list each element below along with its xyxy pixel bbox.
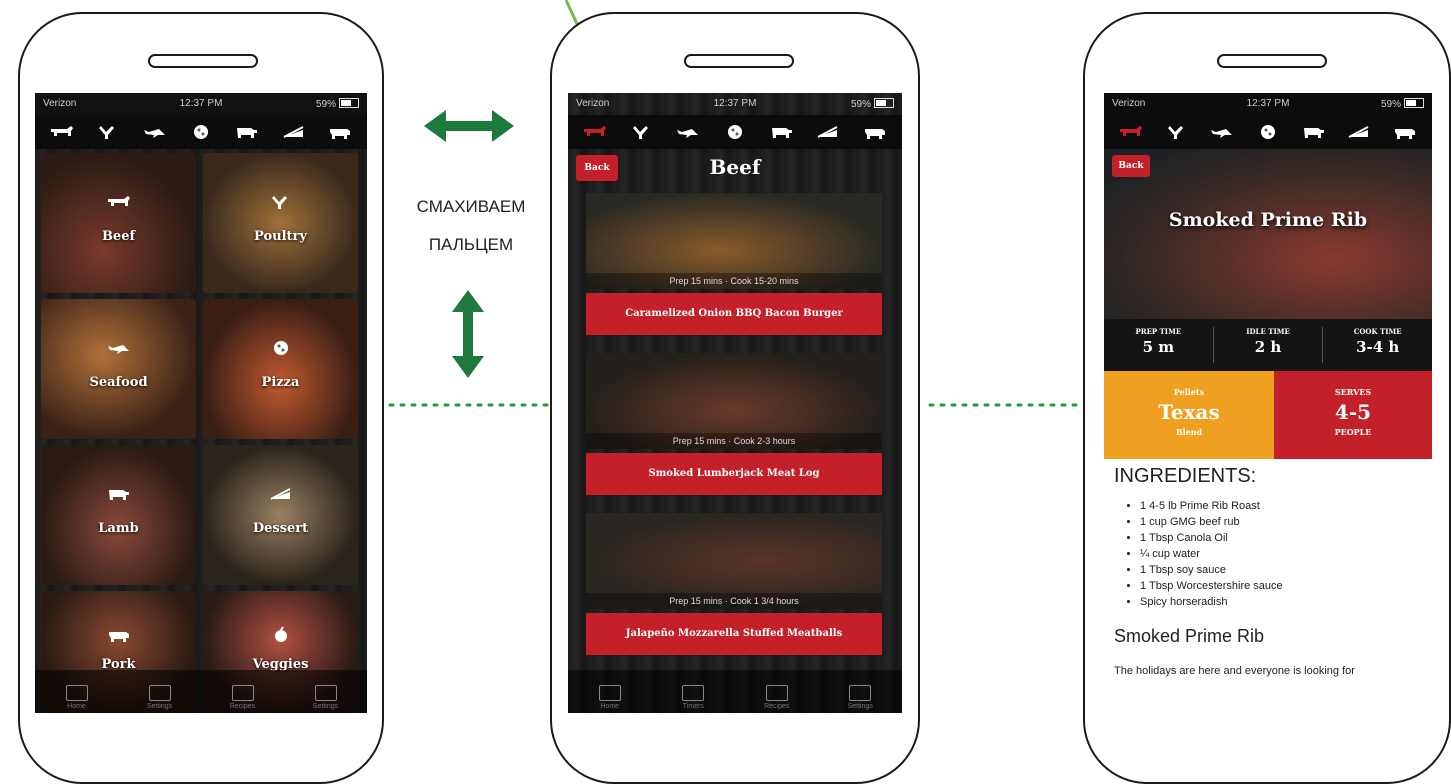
phone-speaker <box>1217 54 1327 68</box>
recipe-description: The holidays are here and everyone is lo… <box>1114 665 1355 677</box>
timers-tab-icon <box>682 685 705 701</box>
lamb-icon[interactable] <box>767 121 797 143</box>
dessert-icon[interactable] <box>813 121 843 143</box>
serves-panel: SERVES 4-5 PEOPLE <box>1274 371 1432 459</box>
poultry-icon[interactable] <box>1162 121 1192 143</box>
tab-recipes[interactable]: Recipes <box>747 685 807 710</box>
horizontal-swipe-arrow-icon <box>424 110 514 142</box>
pellets-panel: Pellets Texas Blend <box>1104 371 1274 459</box>
ingredient-item: 1 4-5 lb Prime Rib Roast <box>1140 498 1422 514</box>
lamb-icon[interactable] <box>1299 121 1329 143</box>
pizza-icon[interactable] <box>720 121 750 143</box>
category-bar <box>1104 115 1432 149</box>
vertical-swipe-arrow-icon <box>452 290 484 378</box>
recipe-subheading: Smoked Prime Rib <box>1114 626 1265 646</box>
status-bar: Verizon 12:37 PM 59% <box>1104 93 1432 115</box>
list-screen: Verizon 12:37 PM 59% Back Beef Prep 15 m… <box>568 93 902 713</box>
category-bar <box>568 115 902 149</box>
phone-speaker <box>684 54 794 68</box>
page-title: Beef <box>709 155 761 179</box>
battery-indicator: 59% <box>1381 98 1424 110</box>
recipe-hero-image: Back Smoked Prime Rib <box>1104 149 1432 319</box>
poultry-icon[interactable] <box>627 121 657 143</box>
pizza-icon[interactable] <box>1253 121 1283 143</box>
recipe-meta: Prep 15 mins · Cook 2-3 hours <box>586 433 882 449</box>
prep-time: PREP TIME 5 m <box>1104 327 1214 363</box>
tab-settings[interactable]: Settings <box>830 685 890 710</box>
recipes-tab-icon <box>765 685 788 701</box>
ingredient-item: 1 Tbsp soy sauce <box>1140 562 1422 578</box>
battery-indicator: 59% <box>851 98 894 110</box>
pork-icon[interactable] <box>860 121 890 143</box>
tab-bar: Home Timers Recipes Settings <box>568 670 902 713</box>
ingredients-heading: INGREDIENTS: <box>1114 465 1257 487</box>
seafood-icon[interactable] <box>1207 121 1237 143</box>
detail-screen: Verizon 12:37 PM 59% Back Smoked Prime R… <box>1104 93 1432 708</box>
dessert-icon[interactable] <box>1344 121 1374 143</box>
time-stats: PREP TIME 5 m IDLE TIME 2 h COOK TIME 3-4 h <box>1104 319 1432 371</box>
recipe-meta: Prep 15 mins · Cook 1 3/4 hours <box>586 593 882 609</box>
ingredient-item: ¼ cup water <box>1140 546 1422 562</box>
cook-time: COOK TIME 3-4 h <box>1353 327 1402 356</box>
recipe-card[interactable]: Prep 15 mins · Cook 15-20 mins Carameliz… <box>586 193 882 343</box>
recipe-title: Smoked Lumberjack Meat Log <box>586 453 882 495</box>
recipe-card[interactable]: Prep 15 mins · Cook 2-3 hours Smoked Lum… <box>586 353 882 503</box>
recipe-title: Caramelized Onion BBQ Bacon Burger <box>586 293 882 335</box>
beef-icon[interactable] <box>580 121 610 143</box>
tab-home[interactable]: Home <box>580 685 640 710</box>
ingredients-list: 1 4-5 lb Prime Rib Roast 1 cup GMG beef … <box>1114 498 1422 610</box>
ingredient-item: Spicy horseradish <box>1140 594 1422 610</box>
ingredient-item: 1 Tbsp Canola Oil <box>1140 530 1422 546</box>
recipe-title: Jalapeño Mozzarella Stuffed Meatballs <box>586 613 882 655</box>
recipe-card[interactable]: Prep 15 mins · Cook 1 3/4 hours Jalapeño… <box>586 513 882 663</box>
pork-icon[interactable] <box>1390 121 1420 143</box>
recipe-title: Smoked Prime Rib <box>1168 209 1368 231</box>
recipe-body: INGREDIENTS: 1 4-5 lb Prime Rib Roast 1 … <box>1104 459 1432 708</box>
battery-icon <box>874 98 894 108</box>
ingredient-item: 1 Tbsp Worcestershire sauce <box>1140 578 1422 594</box>
back-button[interactable]: Back <box>1112 155 1150 177</box>
recipe-meta: Prep 15 mins · Cook 15-20 mins <box>586 273 882 289</box>
battery-icon <box>1404 98 1424 108</box>
status-bar: Verizon 12:37 PM 59% <box>568 93 902 115</box>
home-tab-icon <box>598 685 621 701</box>
ingredient-item: 1 cup GMG beef rub <box>1140 514 1422 530</box>
idle-time: IDLE TIME 2 h <box>1214 327 1324 363</box>
beef-icon[interactable] <box>1116 121 1146 143</box>
settings-tab-icon <box>849 685 872 701</box>
tab-timers[interactable]: Timers <box>663 685 723 710</box>
seafood-icon[interactable] <box>673 121 703 143</box>
